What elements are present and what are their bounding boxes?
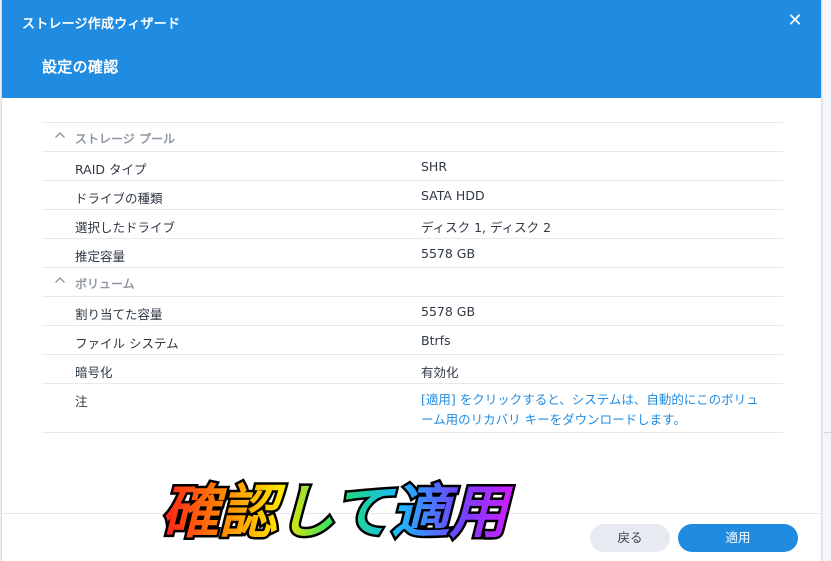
row-key: ファイル システム — [75, 336, 179, 351]
section-label: ボリューム — [75, 277, 135, 291]
row-value: 有効化 — [421, 365, 459, 380]
close-icon: ✕ — [787, 10, 803, 31]
summary-row: 選択したドライブ ディスク 1, ディスク 2 — [42, 210, 783, 239]
section-volume[interactable]: ボリューム — [42, 268, 783, 297]
summary-table: ストレージ プール RAID タイプ SHR ドライブの種類 SATA HDD … — [42, 122, 783, 433]
row-value: SHR — [421, 159, 448, 174]
row-key: 注 — [75, 394, 88, 409]
footer-divider — [2, 513, 821, 514]
row-key: ドライブの種類 — [75, 191, 163, 206]
row-key: 推定容量 — [75, 249, 126, 264]
section-storage-pool[interactable]: ストレージ プール — [42, 123, 783, 152]
dialog-header: ストレージ作成ウィザード ✕ 設定の確認 — [2, 0, 821, 98]
row-value: 5578 GB — [421, 246, 476, 261]
row-key: 割り当てた容量 — [75, 307, 163, 322]
divider-tick — [824, 432, 831, 433]
row-value: 5578 GB — [421, 304, 476, 319]
row-value: ディスク 1, ディスク 2 — [421, 220, 552, 235]
back-button[interactable]: 戻る — [590, 524, 670, 552]
recovery-key-note: [適用] をクリックすると、システムは、自動的にこのボリューム用のリカバリ キー… — [421, 392, 759, 427]
apply-button[interactable]: 適用 — [678, 524, 798, 552]
row-value: SATA HDD — [421, 188, 485, 203]
summary-row: ドライブの種類 SATA HDD — [42, 181, 783, 210]
overlay-caption: 確認して適用 — [159, 476, 516, 549]
close-button[interactable]: ✕ — [784, 10, 806, 32]
page-title: 設定の確認 — [42, 58, 119, 76]
summary-row-note: 注 [適用] をクリックすると、システムは、自動的にこのボリューム用のリカバリ … — [42, 384, 783, 433]
summary-row: ファイル システム Btrfs — [42, 326, 783, 355]
row-key: 選択したドライブ — [75, 220, 176, 235]
summary-row: 推定容量 5578 GB — [42, 239, 783, 268]
row-value: Btrfs — [421, 333, 451, 348]
storage-wizard-dialog: ストレージ作成ウィザード ✕ 設定の確認 ストレージ プール RAID タイプ … — [2, 0, 821, 561]
row-key: RAID タイプ — [75, 162, 147, 177]
window-title: ストレージ作成ウィザード — [22, 17, 181, 32]
summary-row: 割り当てた容量 5578 GB — [42, 297, 783, 326]
overlay-text: 確認して適用 — [161, 478, 513, 546]
background-strip — [823, 0, 831, 561]
chevron-up-icon — [55, 132, 65, 138]
row-key: 暗号化 — [75, 365, 113, 380]
chevron-up-icon — [55, 277, 65, 283]
summary-row: RAID タイプ SHR — [42, 152, 783, 181]
summary-row: 暗号化 有効化 — [42, 355, 783, 384]
section-label: ストレージ プール — [75, 132, 175, 146]
